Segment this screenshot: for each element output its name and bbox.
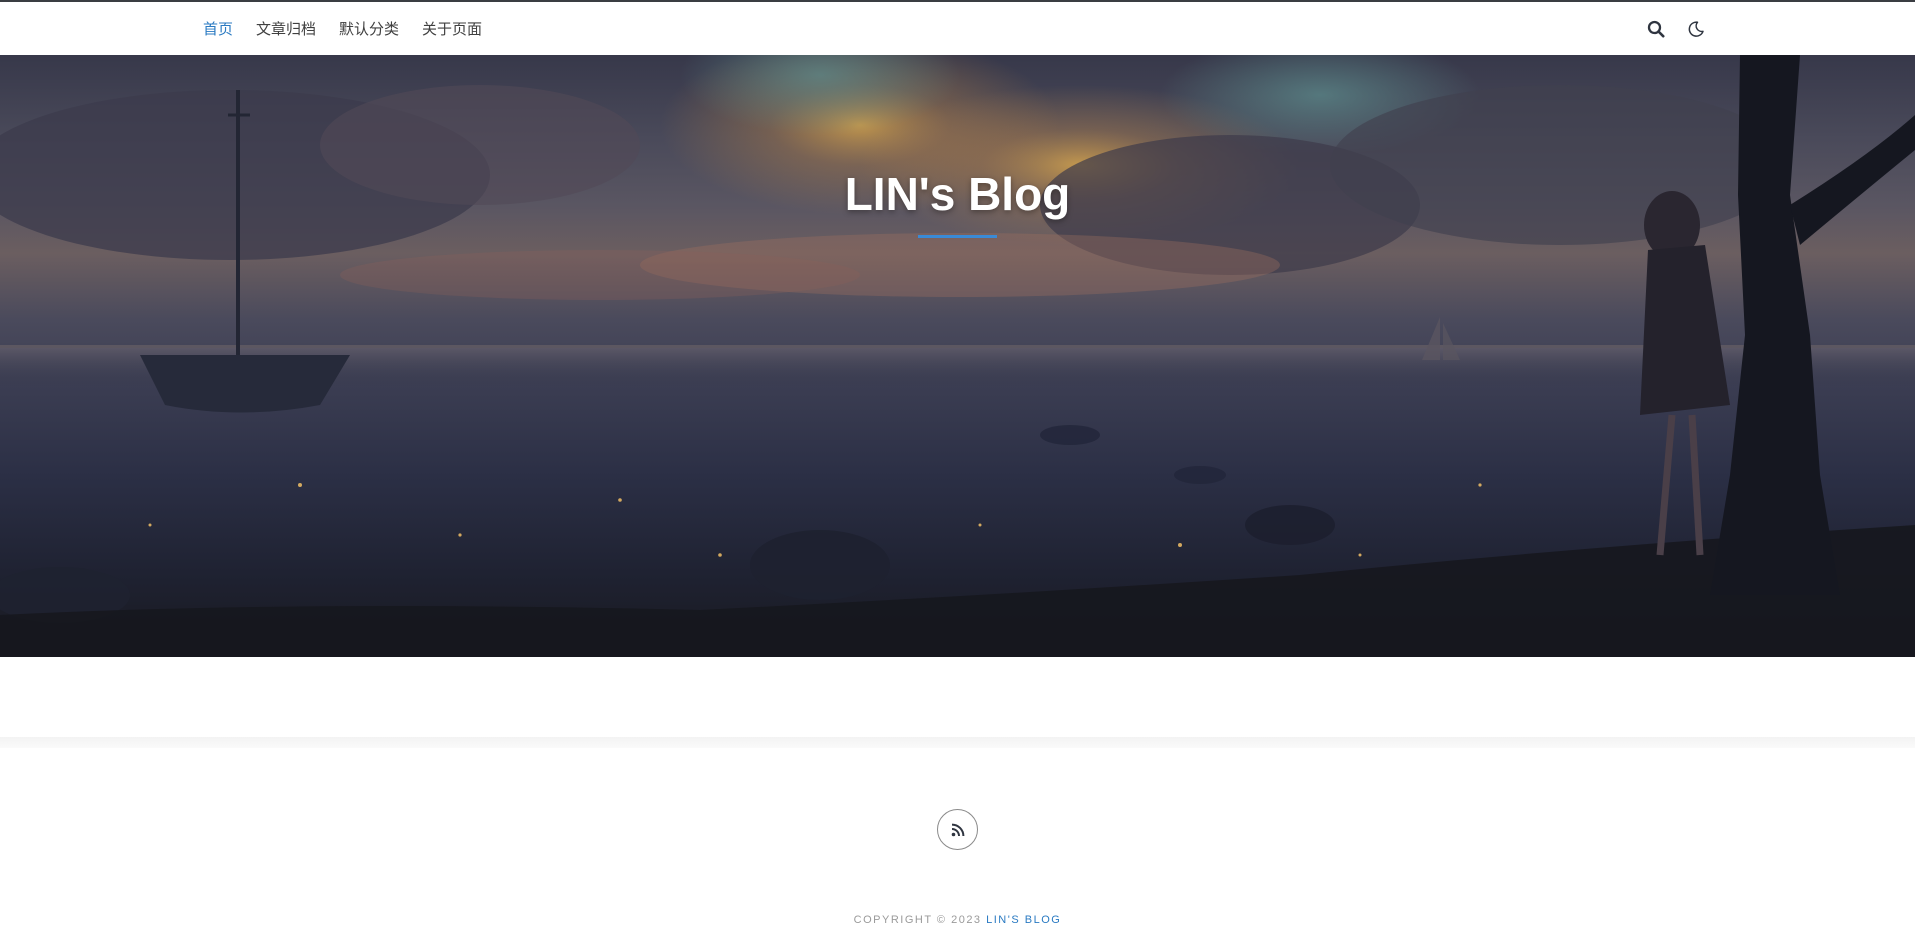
nav-item-home[interactable]: 首页 bbox=[203, 18, 233, 39]
site-link[interactable]: LIN'S BLOG bbox=[986, 914, 1061, 926]
moon-icon[interactable] bbox=[1686, 19, 1706, 39]
nav-item-archive[interactable]: 文章归档 bbox=[256, 18, 316, 39]
copyright-text: COPYRIGHT © 2023 bbox=[853, 914, 982, 926]
navbar: 首页 文章归档 默认分类 关于页面 bbox=[0, 2, 1915, 55]
hero-banner: LIN's Blog bbox=[0, 55, 1915, 657]
rss-icon[interactable] bbox=[937, 809, 978, 850]
search-icon[interactable] bbox=[1646, 19, 1666, 39]
nav-icons bbox=[1646, 2, 1706, 55]
footer-divider bbox=[0, 737, 1915, 748]
hero-background-illustration bbox=[0, 55, 1915, 657]
nav-links: 首页 文章归档 默认分类 关于页面 bbox=[203, 2, 482, 55]
title-underline bbox=[918, 235, 997, 238]
nav-item-category[interactable]: 默认分类 bbox=[339, 18, 399, 39]
site-title: LIN's Blog bbox=[844, 168, 1071, 220]
copyright: COPYRIGHT © 2023 LIN'S BLOG bbox=[0, 914, 1915, 926]
nav-item-about[interactable]: 关于页面 bbox=[422, 18, 482, 39]
